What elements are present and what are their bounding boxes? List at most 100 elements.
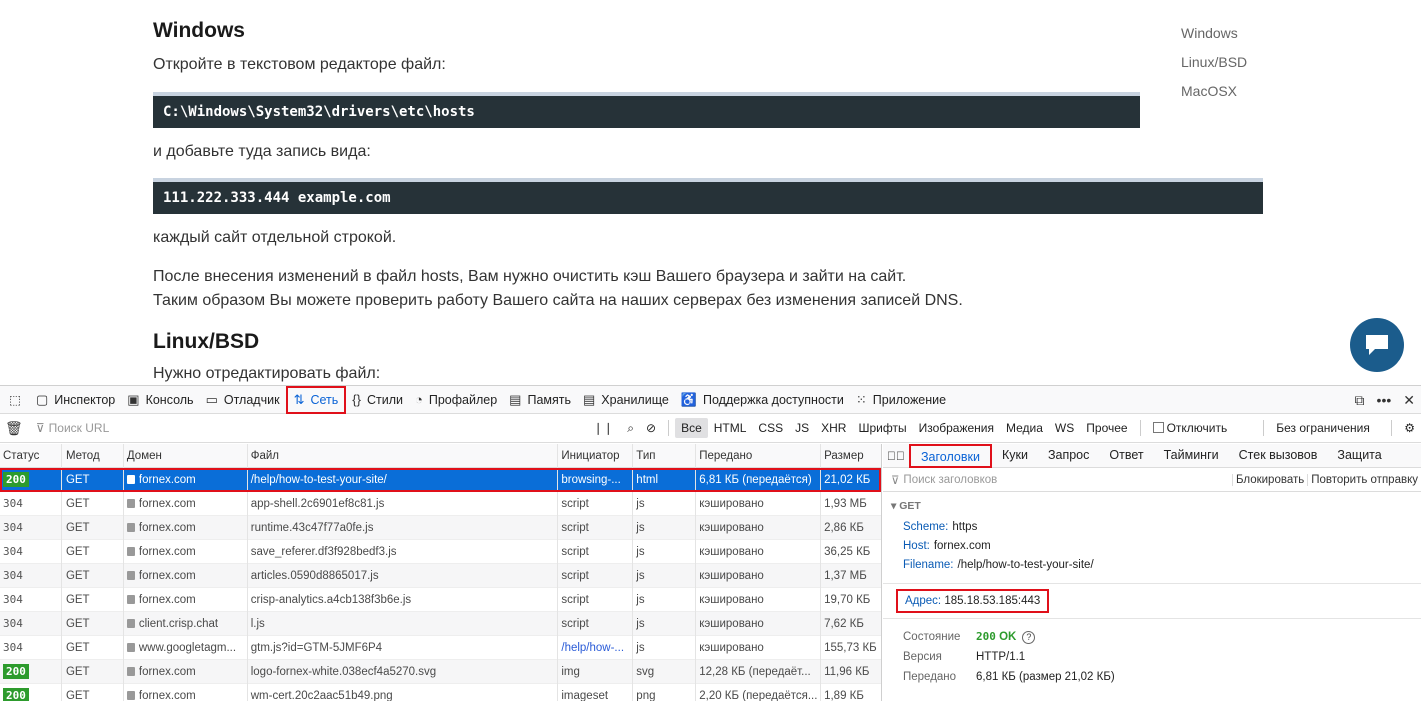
help-icon[interactable]: ? (1022, 631, 1036, 644)
table-row[interactable]: 304 GET fornex.com app-shell.2c6901ef8c81.j… (0, 491, 881, 516)
cell-size: 1,89 КБ (824, 689, 864, 701)
tab-console[interactable]: ▣ Консоль (121, 386, 199, 414)
col-type[interactable]: Тип (633, 444, 697, 468)
tab-cookies[interactable]: Куки (992, 444, 1038, 468)
table-row[interactable]: 200 GET fornex.com wm-cert.20c2aac51b49.png… (0, 683, 881, 701)
filter-type-css[interactable]: CSS (752, 418, 789, 438)
gauge-icon: ◔ (414, 392, 423, 407)
filter-type-fonts[interactable]: Шрифты (852, 418, 912, 438)
toc-link-windows[interactable]: Windows (1181, 24, 1247, 53)
tab-inspector[interactable]: ▢ Инспектор (30, 386, 121, 414)
close-icon[interactable]: ✕ (1403, 392, 1415, 409)
tab-security[interactable]: Защита (1327, 444, 1391, 468)
tab-network[interactable]: ⇅ Сеть (285, 385, 347, 414)
tab-storage[interactable]: ▤ Хранилище (577, 386, 675, 414)
tab-style-editor[interactable]: {} Стили (346, 386, 409, 414)
cell-file: gtm.js?id=GTM-5JMF6P4 (248, 635, 559, 660)
col-transferred[interactable]: Передано (696, 444, 822, 468)
cell-transferred: кэшировано (696, 635, 822, 660)
table-row[interactable]: 304 GET fornex.com runtime.43c47f77a0fe.js s… (0, 515, 881, 540)
status-code: 200 (3, 471, 29, 487)
application-grid-icon: ⁙ (855, 391, 867, 407)
request-method-toggle[interactable]: ▾ GET (883, 500, 1421, 518)
cell-size: 155,73 КБ (824, 641, 877, 654)
tab-response[interactable]: Ответ (1099, 444, 1153, 468)
filter-type-xhr[interactable]: XHR (815, 418, 852, 438)
cell-transferred: кэшировано (696, 587, 822, 612)
status-row: Состояние 200 OK? (883, 627, 1421, 647)
filter-type-all[interactable]: Все (675, 418, 708, 438)
table-row[interactable]: 304 GET fornex.com save_referer.df3f928bedf… (0, 539, 881, 564)
col-file[interactable]: Файл (248, 444, 559, 468)
tab-application[interactable]: ⁙ Приложение (850, 386, 952, 414)
responsive-mode-icon[interactable]: ⧉ (1355, 392, 1365, 409)
headers-search-input[interactable]: Поиск заголовков (903, 474, 997, 486)
cell-initiator: script (558, 491, 634, 516)
more-options-icon[interactable]: ••• (1377, 392, 1392, 408)
article-page: Windows Откройте в текстовом редакторе ф… (0, 0, 1421, 385)
col-status[interactable]: Статус (0, 444, 62, 468)
cell-method: GET (62, 587, 124, 612)
tab-headers[interactable]: Заголовки (909, 444, 992, 468)
tab-accessibility[interactable]: ♿ Поддержка доступности (675, 386, 850, 414)
element-picker-icon[interactable]: ⬚ (0, 386, 30, 414)
devtools-toolbar: ⬚ ▢ Инспектор ▣ Консоль ▭ Отладчик ⇅ Сеть {}… (0, 385, 1421, 414)
lock-icon (126, 618, 135, 628)
storage-icon: ▤ (583, 391, 596, 407)
tab-timings[interactable]: Тайминги (1154, 444, 1229, 468)
table-row[interactable]: 304 GET fornex.com articles.0590d8865017.js… (0, 563, 881, 588)
block-icon[interactable]: ⊘ (640, 418, 662, 438)
filter-type-images[interactable]: Изображения (913, 418, 1000, 438)
lock-icon (126, 498, 135, 508)
url-filter-input[interactable]: ⊽ Поиск URL (28, 421, 585, 435)
col-initiator[interactable]: Инициатор (558, 444, 634, 468)
filter-type-media[interactable]: Медиа (1000, 418, 1049, 438)
table-row[interactable]: 304 GET client.crisp.chat l.js script js кэшир… (0, 611, 881, 636)
cell-method: GET (62, 683, 124, 701)
chat-button[interactable] (1350, 318, 1404, 372)
clear-trash-icon[interactable]: 🗑 (0, 420, 28, 437)
filter-type-html[interactable]: HTML (708, 418, 753, 438)
search-icon[interactable]: ⌕ (621, 418, 640, 438)
cell-size: 11,96 КБ (824, 665, 870, 678)
filter-type-js[interactable]: JS (789, 418, 815, 438)
status-code: 304 (3, 520, 23, 534)
lock-icon (126, 546, 135, 556)
tab-debugger[interactable]: ▭ Отладчик (200, 386, 286, 414)
table-row[interactable]: 304 GET www.googletagm... gtm.js?id=GTM-5JM… (0, 635, 881, 660)
details-tabs: ▸⃞ Заголовки Куки Запрос Ответ Тайминги … (883, 444, 1421, 468)
tab-memory[interactable]: ▤ Память (503, 386, 577, 414)
col-domain[interactable]: Домен (124, 444, 248, 468)
block-button[interactable]: Блокировать (1231, 474, 1307, 486)
debugger-icon: ▭ (205, 391, 218, 407)
table-row[interactable]: 304 GET fornex.com crisp-analytics.a4cb138f… (0, 587, 881, 612)
filter-type-ws[interactable]: WS (1049, 418, 1080, 438)
col-size[interactable]: Размер (821, 444, 881, 468)
cell-initiator[interactable]: /help/how-... (558, 635, 634, 660)
toc-link-macosx[interactable]: MacOSX (1181, 82, 1247, 111)
cell-domain: fornex.com (138, 497, 196, 510)
cell-method: GET (62, 515, 124, 540)
cell-domain: client.crisp.chat (138, 617, 219, 630)
tab-request[interactable]: Запрос (1038, 444, 1099, 468)
throttle-select[interactable]: Без ограничения ÷ (1270, 418, 1385, 455)
disable-cache-checkbox[interactable]: Отключить кэш (1147, 418, 1258, 455)
pause-icon[interactable]: ❘❘ (585, 418, 621, 438)
cell-domain: fornex.com (138, 689, 196, 701)
col-method[interactable]: Метод (62, 444, 124, 468)
table-row[interactable]: 200 GET fornex.com logo-fornex-white.038ecf… (0, 659, 881, 684)
resend-button[interactable]: Повторить отправку (1307, 474, 1421, 486)
settings-gear-icon[interactable]: ⚙ (1398, 418, 1421, 438)
cell-size: 36,25 КБ (824, 545, 871, 558)
filter-type-other[interactable]: Прочее (1080, 418, 1133, 438)
tab-profiler[interactable]: ◔ Профайлер (409, 386, 503, 414)
cell-type: html (633, 467, 697, 492)
cell-domain: fornex.com (138, 521, 196, 534)
cell-initiator: script (558, 539, 634, 564)
cell-domain: www.googletagm... (138, 641, 237, 654)
table-row[interactable]: 200 GET fornex.com/help/how-to-test-your-s… (0, 467, 881, 492)
toggle-panel-icon[interactable]: ▸⃞ (883, 449, 909, 463)
cell-file: l.js (248, 611, 559, 636)
toc-link-linux[interactable]: Linux/BSD (1181, 53, 1247, 82)
tab-stack-trace[interactable]: Стек вызовов (1229, 444, 1328, 468)
